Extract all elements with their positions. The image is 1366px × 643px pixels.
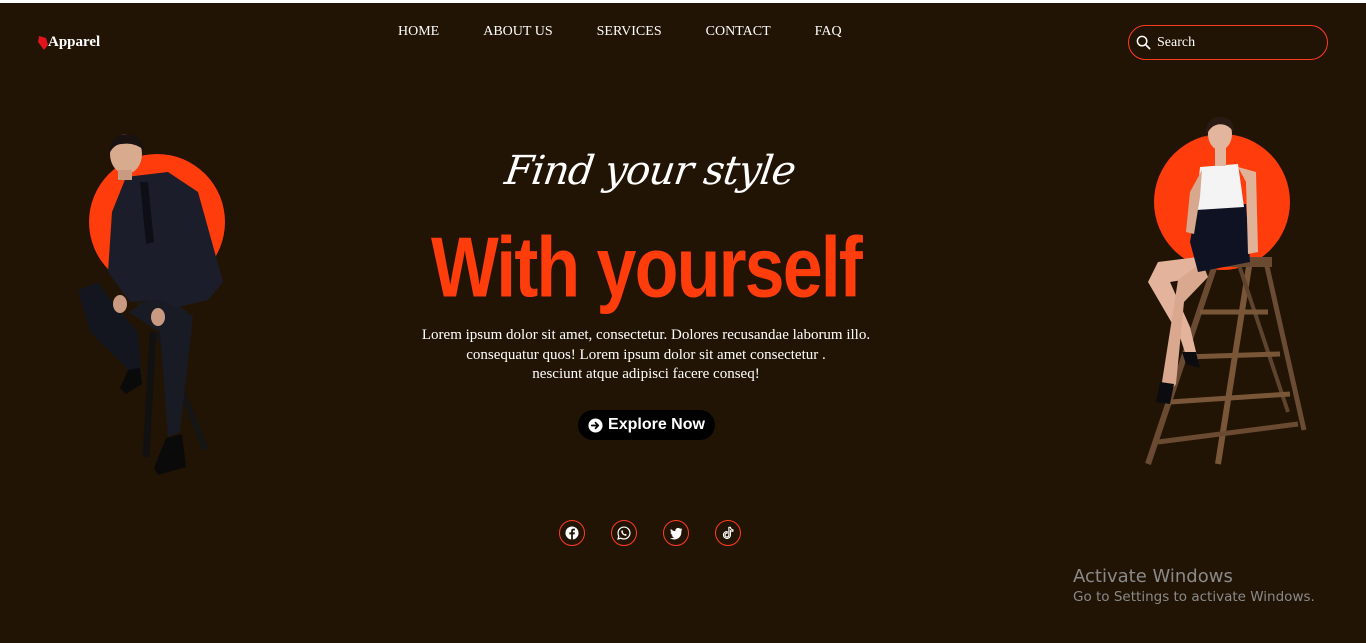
description-line: nesciunt atque adipisci facere conseq!: [532, 366, 760, 382]
whatsapp-icon: [617, 526, 631, 540]
top-border: [0, 0, 1366, 3]
search-box[interactable]: [1128, 25, 1328, 60]
twitter-link[interactable]: [663, 520, 689, 546]
nav-home[interactable]: HOME: [376, 24, 461, 40]
brand-logo[interactable]: Apparel: [36, 34, 100, 51]
explore-now-label: Explore Now: [608, 416, 705, 433]
facebook-icon: [565, 526, 579, 540]
nav-faq[interactable]: FAQ: [793, 24, 864, 40]
main-nav: HOME ABOUT US SERVICES CONTACT FAQ: [376, 24, 864, 40]
brand-name: Apparel: [48, 34, 101, 50]
activate-windows-watermark: Activate Windows Go to Settings to activ…: [1073, 566, 1315, 605]
hero-script-title: Find your style: [501, 148, 799, 194]
description-line: consequatur quos! Lorem ipsum dolor sit …: [466, 346, 826, 363]
whatsapp-link[interactable]: [611, 520, 637, 546]
description-line: Lorem ipsum dolor sit amet, consectetur.…: [421, 327, 871, 343]
tiktok-icon: [722, 526, 734, 540]
nav-about-us[interactable]: ABOUT US: [461, 24, 574, 40]
watermark-subtitle: Go to Settings to activate Windows.: [1073, 589, 1315, 605]
facebook-link[interactable]: [559, 520, 585, 546]
hero-description: Lorem ipsum dolor sit amet, consectetur.…: [346, 326, 946, 385]
nav-contact[interactable]: CONTACT: [684, 24, 793, 40]
explore-now-button[interactable]: Explore Now: [578, 410, 715, 440]
twitter-icon: [669, 527, 683, 540]
tiktok-link[interactable]: [715, 520, 741, 546]
nav-services[interactable]: SERVICES: [575, 24, 684, 40]
arrow-circle-icon: [588, 417, 603, 433]
search-icon: [1136, 35, 1151, 50]
hero-title: With yourself: [431, 218, 863, 316]
search-input[interactable]: [1155, 33, 1319, 52]
social-links: [559, 520, 767, 546]
watermark-title: Activate Windows: [1073, 566, 1233, 587]
